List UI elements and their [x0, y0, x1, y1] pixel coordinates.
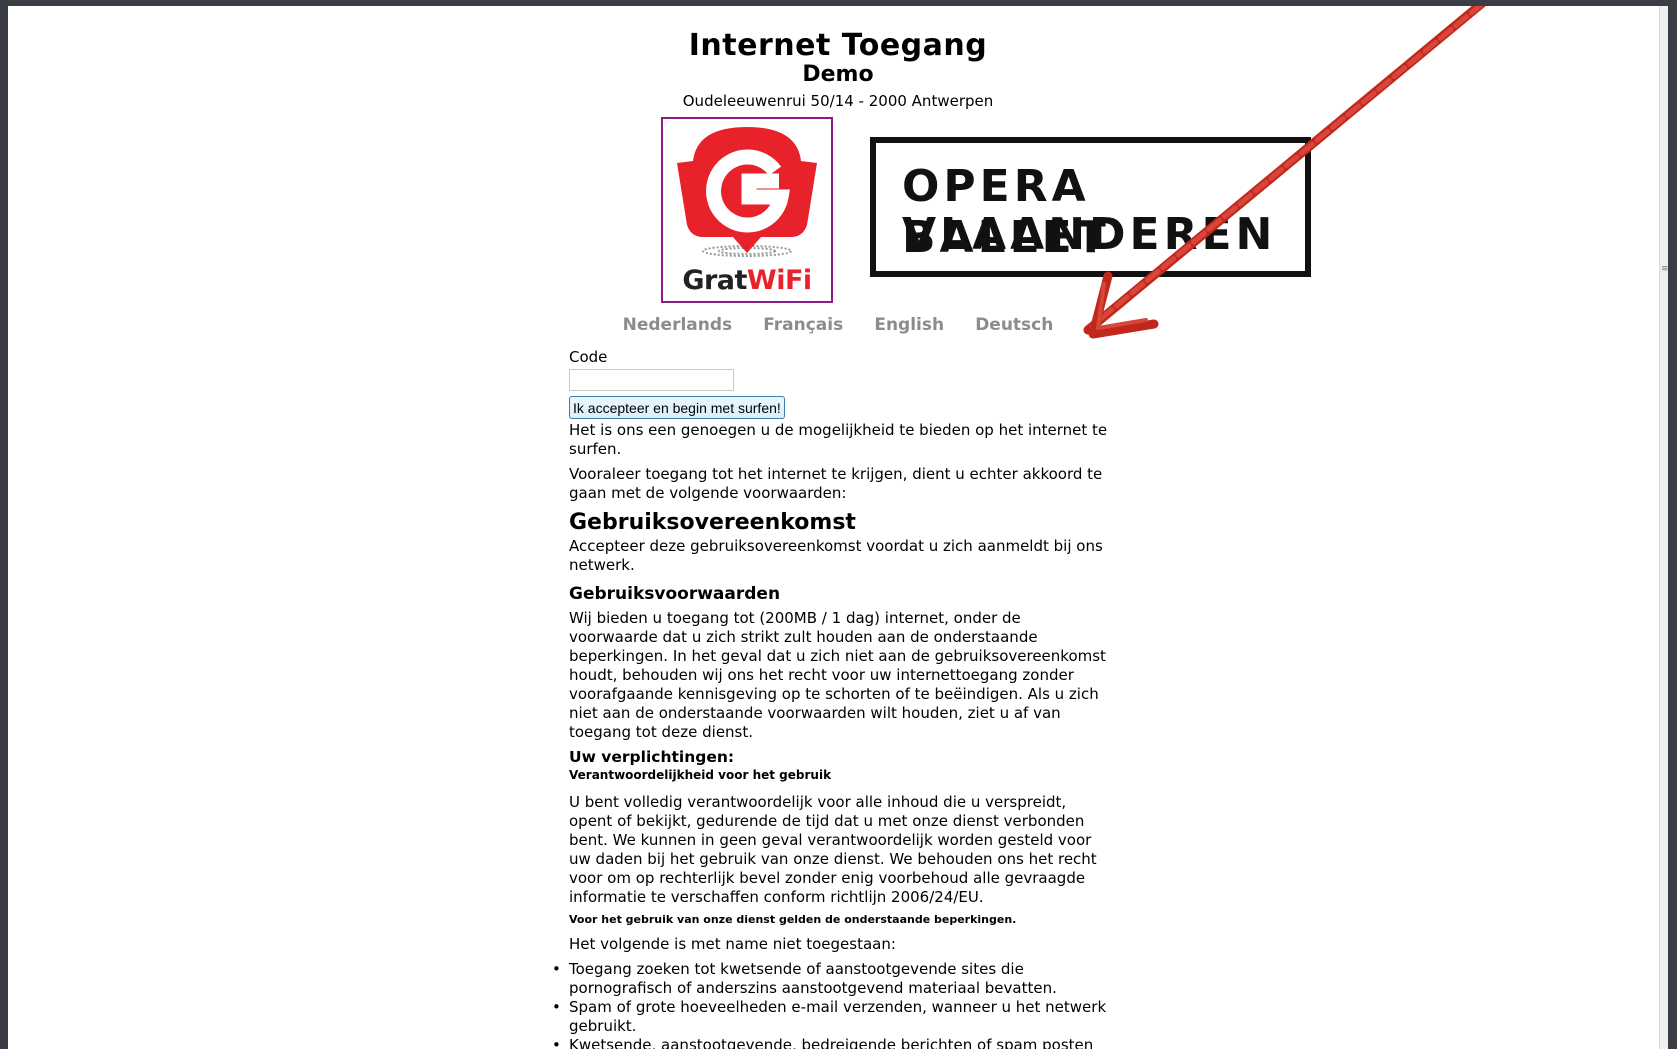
intro-paragraph: Vooraleer toegang tot het internet te kr…: [569, 465, 1103, 502]
conditions-heading: Gebruiksvoorwaarden: [569, 584, 781, 604]
responsibility-text: U bent volledig verantwoordelijk voor al…: [569, 793, 1097, 906]
login-form: Code Ik accepteer en begin met surfen!: [569, 348, 1109, 419]
conditions-text: Wij bieden u toegang tot (200MB / 1 dag)…: [569, 609, 1106, 741]
page-subtitle: Demo: [802, 62, 874, 87]
agreement-text: Accepteer deze gebruiksovereenkomst voor…: [569, 537, 1103, 574]
language-link-nl[interactable]: Nederlands: [623, 315, 733, 335]
code-label: Code: [569, 348, 608, 366]
language-link-en[interactable]: English: [874, 315, 944, 335]
language-selector: Nederlands Français English Deutsch: [8, 315, 1668, 335]
list-item: Toegang zoeken tot kwetsende of aanstoot…: [552, 960, 1109, 998]
responsibility-heading: Verantwoordelijkheid voor het gebruik: [569, 768, 832, 782]
vertical-scrollbar[interactable]: ≡: [1659, 6, 1668, 1049]
prohibited-intro: Het volgende is met name niet toegestaan…: [569, 935, 896, 953]
venue-address: Oudeleeuwenrui 50/14 - 2000 Antwerpen: [682, 92, 994, 110]
obligations-heading: Uw verplichtingen:: [569, 748, 735, 766]
restrictions-heading: Voor het gebruik van onze dienst gelden …: [569, 913, 1017, 926]
intro-paragraph: Het is ons een genoegen u de mogelijkhei…: [569, 421, 1108, 458]
list-item: Kwetsende, aanstootgevende, bedreigende …: [552, 1036, 1109, 1049]
scrollbar-grip-icon: ≡: [1661, 264, 1668, 274]
list-item: Spam of grote hoeveelheden e-mail verzen…: [552, 998, 1109, 1036]
accept-button[interactable]: Ik accepteer en begin met surfen!: [569, 396, 785, 419]
page-title: Internet Toegang: [688, 28, 988, 63]
code-input[interactable]: [569, 369, 734, 391]
prohibited-list: Toegang zoeken tot kwetsende of aanstoot…: [552, 960, 1109, 1049]
browser-window: Internet Toegang Demo Oudeleeuwenrui 50/…: [8, 6, 1668, 1049]
language-link-fr[interactable]: Français: [763, 315, 843, 335]
opera-logo-line2: VLAANDEREN: [902, 209, 1277, 260]
gratwifi-wordmark: GratWiFi: [682, 265, 812, 296]
agreement-heading: Gebruiksovereenkomst: [569, 510, 856, 535]
language-link-de[interactable]: Deutsch: [975, 315, 1053, 335]
gratwifi-logo: GratWiFi: [661, 117, 833, 303]
opera-ballet-logo: OPERA BALLET VLAANDEREN: [870, 137, 1311, 277]
terms-of-use: Het is ons een genoegen u de mogelijkhei…: [552, 421, 1109, 1049]
